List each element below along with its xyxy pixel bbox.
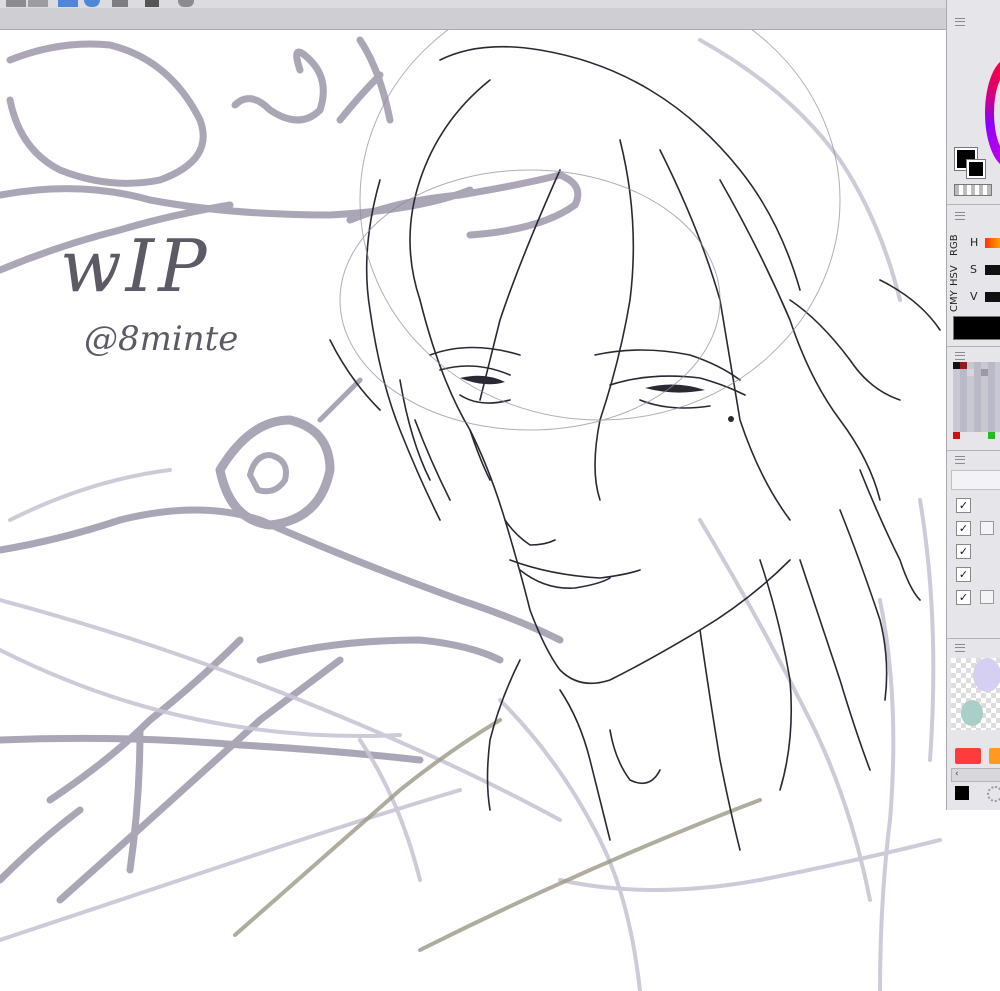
transparent-color-swatch[interactable] (954, 184, 992, 196)
layer-row[interactable]: ✓ (947, 586, 1000, 609)
scratch-black-chip[interactable] (955, 786, 969, 800)
tool-icon[interactable] (6, 0, 26, 7)
selection-icon[interactable] (58, 0, 78, 7)
layer-lock-box[interactable] (980, 521, 994, 535)
scratch-color-chip[interactable] (955, 748, 981, 764)
palette-cell[interactable] (960, 362, 967, 369)
layer-visibility-checkbox[interactable]: ✓ (956, 498, 971, 513)
background-color-swatch[interactable] (966, 159, 986, 179)
slider-h-label: H (970, 236, 979, 249)
right-dock-panel: RGB HSV CMY H S V ✓ ✓ ✓ ✓ ✓ ‹ (946, 0, 1000, 810)
slider-v[interactable] (985, 292, 1000, 302)
sketch-artwork (0, 30, 942, 991)
slider-v-label: V (970, 290, 978, 303)
palette-cell[interactable] (981, 369, 988, 376)
palette-cell[interactable] (953, 362, 960, 369)
panel-grip-icon[interactable] (955, 352, 965, 360)
panel-grip-icon[interactable] (955, 644, 965, 652)
panel-grip-icon[interactable] (955, 18, 965, 26)
loading-icon (987, 786, 1000, 802)
layer-lock-box[interactable] (980, 590, 994, 604)
scratch-color-chip[interactable] (989, 748, 1000, 764)
panel-grip-icon[interactable] (955, 212, 965, 220)
layer-row[interactable]: ✓ (947, 494, 1000, 517)
color-palette[interactable] (953, 362, 1000, 439)
tab-cmy[interactable]: CMY (949, 290, 960, 312)
scratch-scrollbar[interactable]: ‹ (951, 768, 1000, 782)
color-wheel[interactable] (985, 58, 1000, 168)
drawing-canvas[interactable]: wIP @8minte (0, 30, 946, 991)
speech-icon[interactable] (178, 0, 194, 7)
wip-watermark: wIP @8minte (60, 230, 260, 410)
layer-icon[interactable] (145, 0, 159, 7)
palette-cell[interactable] (988, 432, 995, 439)
color-mode-tabs: RGB HSV CMY (949, 226, 963, 312)
layer-visibility-checkbox[interactable]: ✓ (956, 544, 971, 559)
layer-row[interactable]: ✓ (947, 517, 1000, 540)
scratch-blob (961, 700, 983, 726)
tool-icon[interactable] (28, 0, 48, 7)
panel-divider (947, 346, 1000, 347)
scroll-left-icon[interactable]: ‹ (952, 769, 959, 779)
panel-grip-icon[interactable] (955, 456, 965, 464)
watermark-handle: @8minte (84, 319, 239, 359)
scratchpad[interactable] (951, 658, 1000, 730)
panel-divider (947, 638, 1000, 639)
slider-s[interactable] (985, 265, 1000, 275)
palette-cell[interactable] (967, 369, 974, 376)
palette-cell[interactable] (953, 432, 960, 439)
layer-visibility-checkbox[interactable]: ✓ (956, 521, 971, 536)
top-toolbar (0, 0, 1000, 30)
panel-divider (947, 204, 1000, 205)
lasso-icon[interactable] (84, 0, 100, 7)
current-color-preview (953, 316, 1000, 340)
layer-row[interactable]: ✓ (947, 540, 1000, 563)
tab-hsv[interactable]: HSV (949, 265, 960, 286)
toolbar-icon-strip (0, 0, 1000, 8)
layer-row[interactable]: ✓ (947, 563, 1000, 586)
panel-divider (947, 450, 1000, 451)
layer-visibility-checkbox[interactable]: ✓ (956, 590, 971, 605)
ruler-icon[interactable] (112, 0, 128, 7)
tab-rgb[interactable]: RGB (949, 234, 960, 256)
scratch-blob (973, 658, 1000, 692)
layer-visibility-checkbox[interactable]: ✓ (956, 567, 971, 582)
slider-h[interactable] (985, 238, 1000, 248)
layer-name-field[interactable] (951, 470, 1000, 490)
watermark-title: wIP (60, 224, 211, 308)
slider-s-label: S (970, 263, 977, 276)
